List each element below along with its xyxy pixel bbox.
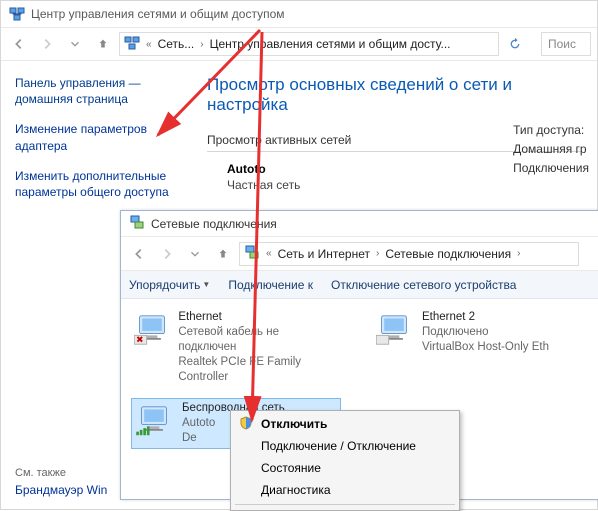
- network-type: Частная сеть: [207, 178, 581, 192]
- firewall-link[interactable]: Брандмауэр Win: [15, 483, 107, 497]
- window2-toolbar: Упорядочить▼ Подключение к Отключение се…: [121, 271, 598, 299]
- window1-titlebar: Центр управления сетями и общим доступом: [1, 1, 597, 27]
- breadcrumb-seg1[interactable]: Сеть и Интернет: [278, 247, 370, 261]
- control-panel-home-link[interactable]: Панель управления — домашняя страница: [15, 75, 177, 107]
- connection-name: Ethernet 2: [422, 310, 549, 325]
- connections-label: Подключения: [513, 159, 589, 178]
- window2-titlebar: Сетевые подключения: [121, 211, 598, 237]
- history-dropdown[interactable]: [183, 242, 207, 266]
- connection-device: VirtualBox Host-Only Eth: [422, 340, 549, 355]
- context-menu: Отключить Подключение / Отключение Состо…: [230, 410, 460, 511]
- connection-item-ethernet2[interactable]: Ethernet 2 Подключено VirtualBox Host-On…: [371, 307, 581, 388]
- up-button[interactable]: [91, 32, 115, 56]
- network-connections-icon: [129, 214, 145, 233]
- menu-status[interactable]: Состояние: [233, 457, 457, 479]
- window2-breadcrumb-bar: « Сеть и Интернет › Сетевые подключения …: [121, 237, 598, 271]
- chevron-right-icon: ›: [374, 248, 381, 259]
- menu-disable[interactable]: Отключить: [233, 413, 457, 435]
- history-dropdown[interactable]: [63, 32, 87, 56]
- connection-item-ethernet[interactable]: ✖ Ethernet Сетевой кабель не подключен R…: [131, 307, 341, 388]
- organize-button[interactable]: Упорядочить▼: [129, 278, 210, 292]
- connection-name: Ethernet: [178, 310, 338, 325]
- adapter-settings-link[interactable]: Изменение параметров адаптера: [15, 121, 177, 153]
- connection-status: Сетевой кабель не подключен: [178, 325, 338, 355]
- chevron-icon: «: [144, 39, 154, 50]
- network-connections-icon: [244, 244, 260, 263]
- menu-diagnostics[interactable]: Диагностика: [233, 479, 457, 501]
- wifi-icon: [134, 401, 174, 441]
- network-center-icon: [124, 35, 140, 54]
- chevron-down-icon: ▼: [202, 280, 210, 289]
- back-button[interactable]: [127, 242, 151, 266]
- window1-breadcrumb-bar: « Сеть... › Центр управления сетями и об…: [1, 27, 597, 61]
- window1-title: Центр управления сетями и общим доступом: [31, 7, 285, 21]
- see-also-label: См. также: [15, 467, 66, 479]
- breadcrumb-seg2[interactable]: Сетевые подключения: [385, 247, 511, 261]
- breadcrumb-seg2[interactable]: Центр управления сетями и общим досту...: [210, 37, 451, 51]
- window2-title: Сетевые подключения: [151, 217, 277, 231]
- search-placeholder: Поис: [548, 37, 576, 51]
- disable-device-button[interactable]: Отключение сетевого устройства: [331, 278, 516, 292]
- network-props: Тип доступа: Домашняя гр Подключения: [513, 121, 589, 179]
- breadcrumb-path[interactable]: « Сеть... › Центр управления сетями и об…: [119, 32, 499, 56]
- search-input[interactable]: Поис: [541, 32, 591, 56]
- back-button[interactable]: [7, 32, 31, 56]
- chevron-right-icon: ›: [515, 248, 522, 259]
- forward-button[interactable]: [35, 32, 59, 56]
- ethernet-icon: [374, 310, 414, 350]
- ethernet-icon: ✖: [134, 310, 170, 350]
- access-type-label: Тип доступа:: [513, 121, 589, 140]
- menu-connect-disconnect[interactable]: Подключение / Отключение: [233, 435, 457, 457]
- chevron-right-icon: ›: [198, 39, 205, 50]
- chevron-icon: «: [264, 248, 274, 259]
- up-button[interactable]: [211, 242, 235, 266]
- advanced-sharing-link[interactable]: Изменить дополнительные параметры общего…: [15, 168, 177, 200]
- shield-icon: [239, 416, 253, 433]
- refresh-button[interactable]: [503, 32, 527, 56]
- menu-separator: [235, 504, 455, 505]
- forward-button[interactable]: [155, 242, 179, 266]
- network-center-icon: [9, 6, 25, 22]
- page-title: Просмотр основных сведений о сети и наст…: [207, 75, 581, 115]
- connection-device: Realtek PCIe FE Family Controller: [178, 355, 338, 385]
- svg-text:✖: ✖: [136, 334, 143, 344]
- connection-status: Подключено: [422, 325, 549, 340]
- breadcrumb-path[interactable]: « Сеть и Интернет › Сетевые подключения …: [239, 242, 579, 266]
- homegroup-label: Домашняя гр: [513, 140, 589, 159]
- connect-to-button[interactable]: Подключение к: [228, 278, 313, 292]
- breadcrumb-seg1[interactable]: Сеть...: [158, 37, 195, 51]
